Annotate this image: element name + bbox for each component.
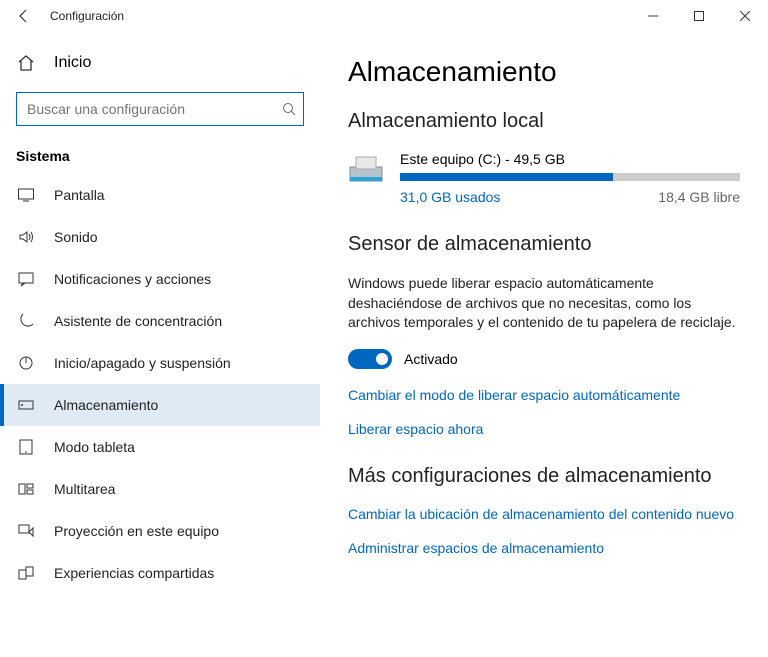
shared-icon bbox=[16, 564, 36, 582]
back-button[interactable] bbox=[8, 0, 40, 32]
storage-sense-desc: Windows puede liberar espacio automática… bbox=[348, 274, 740, 333]
link-change-auto[interactable]: Cambiar el modo de liberar espacio autom… bbox=[348, 387, 740, 403]
sidebar-item-label: Asistente de concentración bbox=[54, 313, 222, 329]
window-title: Configuración bbox=[50, 9, 124, 23]
sidebar-item-label: Multitarea bbox=[54, 481, 115, 497]
storage-bar bbox=[400, 173, 740, 181]
sidebar-item-label: Inicio/apagado y suspensión bbox=[54, 355, 231, 371]
more-storage-section: Más configuraciones de almacenamiento Ca… bbox=[348, 465, 740, 556]
minimize-icon bbox=[648, 11, 658, 21]
disk-icon bbox=[348, 153, 386, 187]
disk-used: 31,0 GB usados bbox=[400, 189, 500, 205]
sidebar-item-almacenamiento[interactable]: Almacenamiento bbox=[0, 384, 320, 426]
storage-icon bbox=[16, 396, 36, 414]
sidebar-item-label: Experiencias compartidas bbox=[54, 565, 214, 581]
search-icon bbox=[282, 102, 296, 116]
sound-icon bbox=[16, 228, 36, 246]
sidebar-item-tableta[interactable]: Modo tableta bbox=[0, 426, 320, 468]
sidebar-item-energia[interactable]: Inicio/apagado y suspensión bbox=[0, 342, 320, 384]
search-wrap bbox=[16, 92, 304, 126]
storage-sense-toggle[interactable] bbox=[348, 349, 392, 369]
sidebar-item-label: Almacenamiento bbox=[54, 397, 158, 413]
sidebar-item-label: Proyección en este equipo bbox=[54, 523, 219, 539]
search-input[interactable] bbox=[16, 92, 304, 126]
toggle-state-label: Activado bbox=[404, 351, 458, 367]
sidebar-section-header: Sistema bbox=[0, 144, 320, 174]
more-storage-heading: Más configuraciones de almacenamiento bbox=[348, 465, 740, 488]
storage-bar-fill bbox=[400, 173, 613, 181]
disk-title: Este equipo (C:) - 49,5 GB bbox=[400, 151, 740, 167]
home-nav[interactable]: Inicio bbox=[0, 44, 320, 82]
storage-sense-toggle-row: Activado bbox=[348, 349, 740, 369]
storage-sense-heading: Sensor de almacenamiento bbox=[348, 233, 740, 256]
titlebar: Configuración bbox=[0, 0, 768, 32]
local-storage-section: Almacenamiento local Este equipo (C:) - … bbox=[348, 110, 740, 205]
tablet-icon bbox=[16, 438, 36, 456]
toggle-knob bbox=[376, 353, 388, 365]
home-icon bbox=[16, 54, 36, 72]
focus-icon bbox=[16, 312, 36, 330]
sidebar-item-label: Notificaciones y acciones bbox=[54, 271, 211, 287]
link-change-location[interactable]: Cambiar la ubicación de almacenamiento d… bbox=[348, 506, 740, 522]
arrow-left-icon bbox=[16, 8, 32, 24]
home-label: Inicio bbox=[54, 54, 91, 72]
sidebar-item-pantalla[interactable]: Pantalla bbox=[0, 174, 320, 216]
disk-info: Este equipo (C:) - 49,5 GB 31,0 GB usado… bbox=[400, 151, 740, 205]
link-free-now[interactable]: Liberar espacio ahora bbox=[348, 421, 740, 437]
sidebar-item-label: Modo tableta bbox=[54, 439, 135, 455]
close-button[interactable] bbox=[722, 0, 768, 32]
disk-free: 18,4 GB libre bbox=[658, 189, 740, 205]
notifications-icon bbox=[16, 270, 36, 288]
local-storage-heading: Almacenamiento local bbox=[348, 110, 740, 133]
sidebar-item-concentracion[interactable]: Asistente de concentración bbox=[0, 300, 320, 342]
sidebar-item-proyeccion[interactable]: Proyección en este equipo bbox=[0, 510, 320, 552]
maximize-button[interactable] bbox=[676, 0, 722, 32]
content: Almacenamiento Almacenamiento local Este… bbox=[320, 32, 768, 657]
page-title: Almacenamiento bbox=[348, 56, 740, 88]
sidebar-item-label: Pantalla bbox=[54, 187, 105, 203]
minimize-button[interactable] bbox=[630, 0, 676, 32]
display-icon bbox=[16, 186, 36, 204]
multitask-icon bbox=[16, 480, 36, 498]
close-icon bbox=[740, 11, 750, 21]
sidebar-item-notificaciones[interactable]: Notificaciones y acciones bbox=[0, 258, 320, 300]
disk-stats: 31,0 GB usados 18,4 GB libre bbox=[400, 189, 740, 205]
sidebar: Inicio Sistema Pantalla Sonido Notificac… bbox=[0, 32, 320, 657]
sidebar-item-compartidas[interactable]: Experiencias compartidas bbox=[0, 552, 320, 594]
project-icon bbox=[16, 522, 36, 540]
power-icon bbox=[16, 354, 36, 372]
window-controls bbox=[630, 0, 768, 32]
sidebar-item-multitarea[interactable]: Multitarea bbox=[0, 468, 320, 510]
link-manage-spaces[interactable]: Administrar espacios de almacenamiento bbox=[348, 540, 740, 556]
maximize-icon bbox=[694, 11, 704, 21]
sidebar-item-sonido[interactable]: Sonido bbox=[0, 216, 320, 258]
disk-row[interactable]: Este equipo (C:) - 49,5 GB 31,0 GB usado… bbox=[348, 151, 740, 205]
sidebar-item-label: Sonido bbox=[54, 229, 98, 245]
storage-sense-section: Sensor de almacenamiento Windows puede l… bbox=[348, 233, 740, 437]
